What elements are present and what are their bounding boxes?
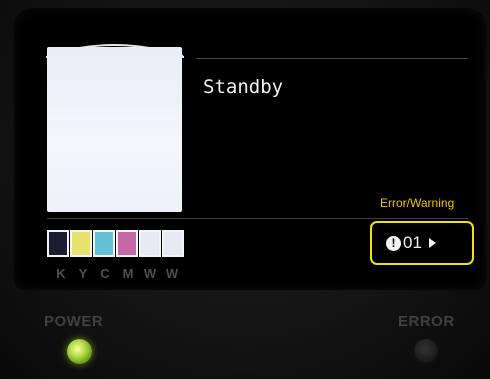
exclamation-icon: !	[386, 235, 401, 251]
power-label: POWER	[44, 313, 104, 330]
divider	[47, 218, 468, 219]
error-label: ERROR	[398, 313, 455, 330]
ink-cartridge-c	[93, 230, 115, 257]
ink-letter-w1: W	[143, 266, 157, 281]
error-warning-content[interactable]: ! 01	[386, 232, 436, 254]
media-sheet-preview	[47, 47, 182, 212]
ink-cartridge-k	[47, 230, 69, 257]
power-led-icon	[67, 339, 92, 364]
play-arrow-icon	[428, 238, 436, 248]
error-code: 01	[403, 233, 422, 252]
ink-letter-y: Y	[78, 266, 88, 281]
ink-cartridge-y	[70, 230, 92, 257]
ink-cartridge-bar	[47, 230, 185, 257]
error-warning-label: Error/Warning	[380, 196, 455, 210]
ink-letter-k: K	[56, 266, 66, 281]
divider	[196, 58, 468, 59]
ink-letter-m: M	[122, 266, 134, 281]
status-text: Standby	[203, 76, 284, 98]
ink-cartridge-w1	[139, 230, 161, 257]
error-led-icon	[414, 339, 438, 363]
ink-letter-c: C	[100, 266, 110, 281]
ink-letter-w2: W	[165, 266, 179, 281]
ink-cartridge-w2	[162, 230, 184, 257]
ink-cartridge-m	[116, 230, 138, 257]
